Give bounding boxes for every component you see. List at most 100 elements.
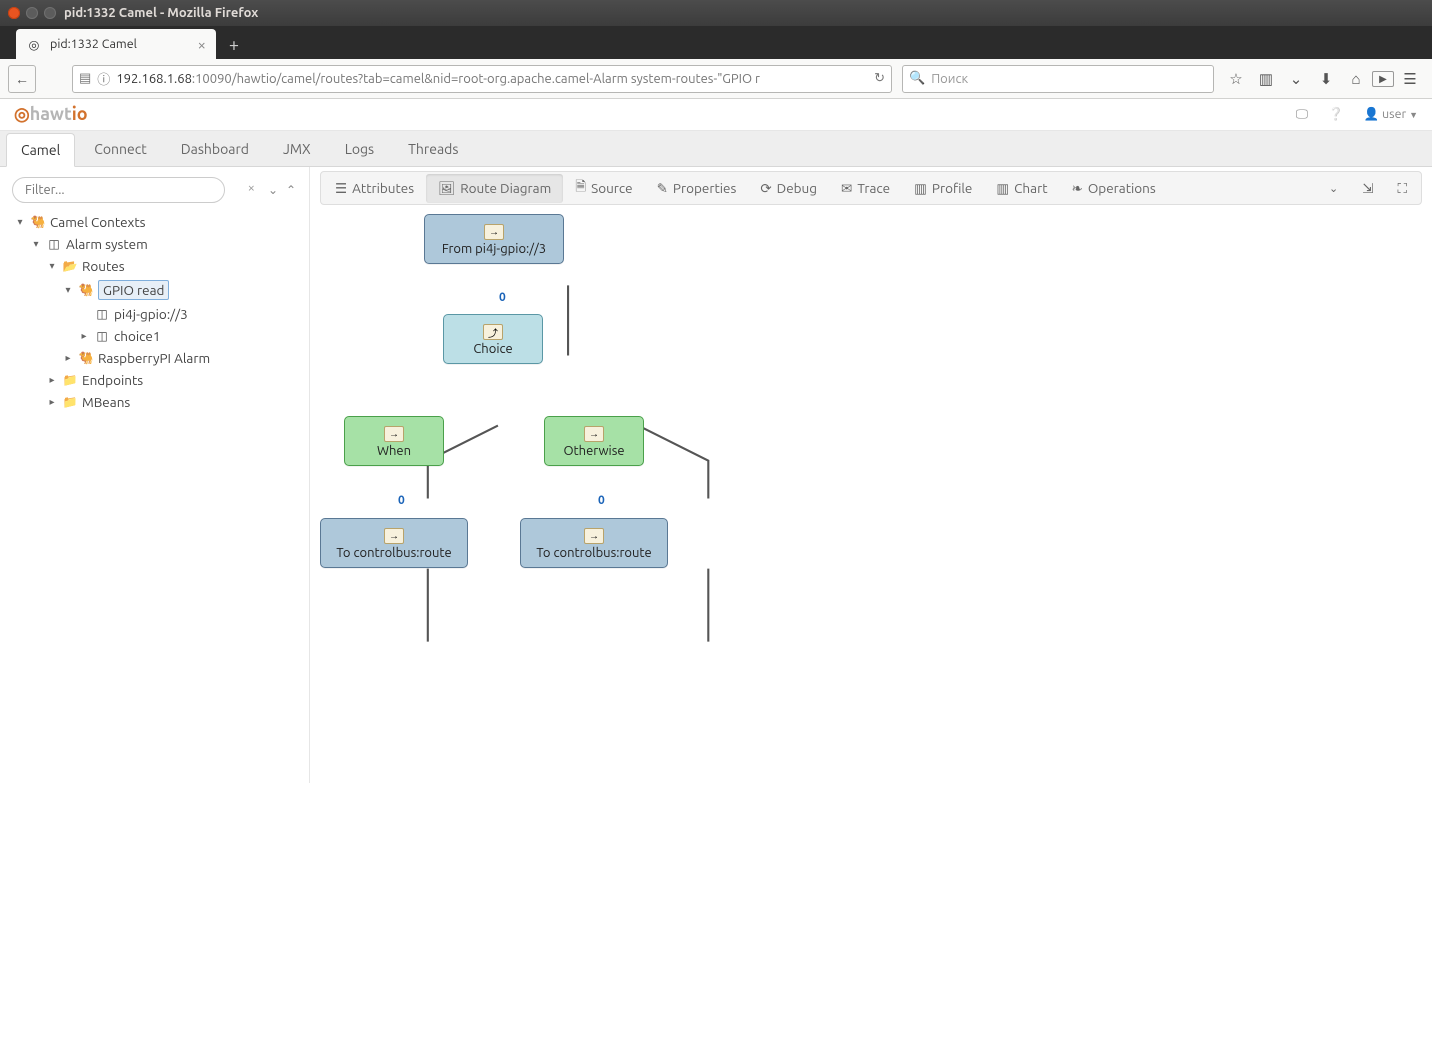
to-endpoint-icon: → <box>584 528 604 544</box>
chevron-down-icon: ▼ <box>1409 110 1418 120</box>
main-tab-jmx[interactable]: JMX <box>268 132 326 166</box>
back-button[interactable]: ← <box>8 65 36 93</box>
browser-tabstrip: ◎ pid:1332 Camel × + <box>0 26 1432 59</box>
tree-camel-contexts[interactable]: ▾ 🐫 Camel Contexts <box>12 211 309 233</box>
edge-count-1: 0 <box>499 291 506 304</box>
user-menu[interactable]: 👤 user ▼ <box>1364 107 1418 122</box>
new-tab-button[interactable]: + <box>220 31 248 59</box>
filter-input[interactable] <box>12 177 225 203</box>
youtube-icon[interactable]: ▶ <box>1372 71 1394 87</box>
monitor-icon[interactable]: 🖵 <box>1296 107 1308 122</box>
tree-expand-icon[interactable]: ⌄ <box>265 182 281 198</box>
hawtio-logo: ◎hawtio <box>14 104 88 125</box>
subtab-operations[interactable]: ❧Operations <box>1060 174 1168 203</box>
diagram-node-to2[interactable]: → To controlbus:route <box>520 518 668 568</box>
subtab-route-diagram[interactable]: 🖼Route Diagram <box>426 174 563 203</box>
pocket-icon[interactable]: ⌄ <box>1282 65 1310 93</box>
subtab-properties[interactable]: ✎Properties <box>645 174 749 203</box>
main-tab-logs[interactable]: Logs <box>330 132 389 166</box>
tree-pi4j-gpio[interactable]: ▸ ◫ pi4j-gpio://3 <box>76 303 309 325</box>
route-icon: 🐫 <box>78 283 94 297</box>
url-path: :10090/hawtio/camel/routes?tab=camel&nid… <box>192 72 760 86</box>
help-icon[interactable]: ❔ <box>1328 107 1344 122</box>
subtab-dropdown[interactable]: ⌄ <box>1317 176 1350 201</box>
tree-raspberry-alarm[interactable]: ▸ 🐫 RaspberryPI Alarm <box>60 347 309 369</box>
folder-open-icon: 📂 <box>62 259 78 273</box>
tree-alarm-system[interactable]: ▾ ◫ Alarm system <box>28 233 309 255</box>
window-maximize-button[interactable] <box>44 7 56 19</box>
edge-count-2: 0 <box>398 494 405 507</box>
caret-right-icon: ▸ <box>46 374 58 386</box>
library-icon[interactable]: ▥ <box>1252 65 1280 93</box>
diagram-node-choice[interactable]: ⤴ Choice <box>443 314 543 364</box>
window-close-button[interactable] <box>8 7 20 19</box>
main-tab-connect[interactable]: Connect <box>79 132 162 166</box>
search-bar[interactable]: 🔍 Поиск <box>902 65 1214 93</box>
tree-endpoints[interactable]: ▸ 📁 Endpoints <box>44 369 309 391</box>
bug-icon: ⟳ <box>760 180 771 197</box>
reload-icon[interactable]: ↻ <box>874 71 885 86</box>
user-icon: 👤 <box>1364 107 1380 121</box>
envelope-icon: ✉ <box>841 180 852 197</box>
subtab-chart[interactable]: ▥Chart <box>984 174 1059 203</box>
subtab-trace[interactable]: ✉Trace <box>829 174 902 203</box>
info-icon: ⓘ <box>97 69 110 88</box>
caret-down-icon: ▾ <box>62 284 74 296</box>
window-title: pid:1332 Camel - Mozilla Firefox <box>64 6 258 20</box>
chevron-down-icon: ⌄ <box>1329 182 1338 195</box>
main-tab-threads[interactable]: Threads <box>393 132 473 166</box>
url-bar[interactable]: ▤ ⓘ 192.168.1.68 :10090/hawtio/camel/rou… <box>72 65 892 93</box>
tree-collapse-icon[interactable]: ⌃ <box>283 182 299 198</box>
share-icon: ⇲ <box>1362 180 1373 197</box>
main-tabs: Camel Connect Dashboard JMX Logs Threads <box>0 131 1432 167</box>
route-icon: 🐫 <box>78 351 94 365</box>
diagram-node-from[interactable]: → From pi4j-gpio://3 <box>424 214 564 264</box>
caret-down-icon: ▾ <box>46 260 58 272</box>
barchart-icon: ▥ <box>996 180 1009 197</box>
context-icon: ◫ <box>46 237 62 251</box>
caret-down-icon: ▾ <box>30 238 42 250</box>
barchart-icon: ▥ <box>914 180 927 197</box>
when-icon: → <box>384 426 404 442</box>
subtab-attributes[interactable]: ☰Attributes <box>323 174 426 203</box>
tree-mbeans[interactable]: ▸ 📁 MBeans <box>44 391 309 413</box>
tab-close-icon[interactable]: × <box>198 36 206 53</box>
endpoint-icon: ◫ <box>94 307 110 321</box>
tree-choice1[interactable]: ▸ ◫ choice1 <box>76 325 309 347</box>
caret-right-icon: ▸ <box>46 396 58 408</box>
bookmark-star-icon[interactable]: ☆ <box>1222 65 1250 93</box>
window-minimize-button[interactable] <box>26 7 38 19</box>
diagram-node-otherwise[interactable]: → Otherwise <box>544 416 644 466</box>
route-diagram[interactable]: → From pi4j-gpio://3 ⤴ Choice → When → O… <box>310 211 1432 783</box>
diagram-node-to1[interactable]: → To controlbus:route <box>320 518 468 568</box>
subtab-source[interactable]: 🗎Source <box>563 171 644 206</box>
fullscreen-icon: ⛶ <box>1398 180 1407 197</box>
subtab-share[interactable]: ⇲ <box>1350 174 1385 203</box>
edit-icon: ✎ <box>657 180 668 197</box>
subtab-debug[interactable]: ⟳Debug <box>748 174 829 203</box>
tree-routes[interactable]: ▾ 📂 Routes <box>44 255 309 277</box>
forward-button[interactable] <box>40 65 68 93</box>
browser-tab[interactable]: ◎ pid:1332 Camel × <box>16 29 216 59</box>
home-icon[interactable]: ⌂ <box>1342 65 1370 93</box>
caret-down-icon: ▾ <box>14 216 26 228</box>
downloads-icon[interactable]: ⬇ <box>1312 65 1340 93</box>
hamburger-menu-icon[interactable]: ☰ <box>1396 65 1424 93</box>
search-placeholder: Поиск <box>931 72 968 86</box>
diagram-node-when[interactable]: → When <box>344 416 444 466</box>
folder-icon: 📁 <box>62 373 78 387</box>
subtab-profile[interactable]: ▥Profile <box>902 174 984 203</box>
sidebar: × ⌄ ⌃ ▾ 🐫 Camel Contexts ▾ ◫ Alarm syste <box>0 167 310 783</box>
camel-tree: ▾ 🐫 Camel Contexts ▾ ◫ Alarm system <box>12 211 309 413</box>
filter-clear-icon[interactable]: × <box>248 181 255 195</box>
main-tab-camel[interactable]: Camel <box>6 133 75 167</box>
search-icon: 🔍 <box>909 71 925 86</box>
arrow-left-icon: ← <box>15 71 29 87</box>
sub-toolbar: ☰Attributes 🖼Route Diagram 🗎Source ✎Prop… <box>320 171 1422 205</box>
edge-count-3: 0 <box>598 494 605 507</box>
tree-gpio-read[interactable]: ▾ 🐫 GPIO read <box>60 277 309 303</box>
file-icon: 🗎 <box>575 177 586 200</box>
subtab-fullscreen[interactable]: ⛶ <box>1386 174 1419 203</box>
image-icon: 🖼 <box>438 180 455 197</box>
main-tab-dashboard[interactable]: Dashboard <box>166 132 264 166</box>
